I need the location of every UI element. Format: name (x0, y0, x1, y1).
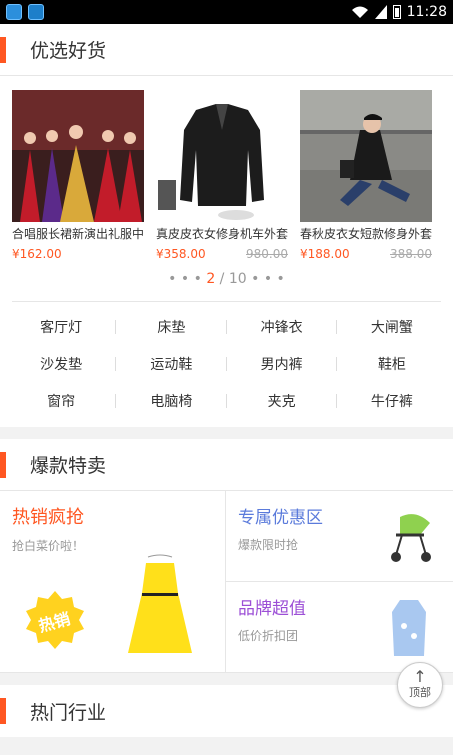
section-header-industries: 热门行业 (0, 685, 453, 737)
hot-sale-title: 热销疯抢 (12, 507, 84, 528)
category-link[interactable]: 夹克 (227, 382, 338, 419)
category-link[interactable]: 牛仔裤 (337, 382, 447, 419)
hot-sale-panel: 热销疯抢 抢白菜价啦！ 热销 专属优惠区 爆款限时抢 品牌超值 低价折扣团 (0, 491, 453, 673)
wifi-icon (351, 6, 368, 18)
section-title: 优选好货 (30, 40, 107, 62)
status-bar: 11:28 (0, 0, 453, 24)
category-link[interactable]: 男内裤 (227, 345, 338, 382)
category-link[interactable]: 运动鞋 (116, 345, 227, 382)
category-link[interactable]: 窗帘 (6, 382, 117, 419)
section-accent-bar (0, 452, 6, 478)
back-to-top-label: 顶部 (409, 686, 431, 699)
category-link[interactable]: 客厅灯 (6, 308, 117, 345)
product-old-price: 388.00 (390, 247, 432, 261)
product-name[interactable]: 春秋皮衣女短款修身外套... (300, 225, 432, 242)
stroller-image (391, 514, 431, 562)
product-old-price: 980.00 (246, 247, 288, 261)
sync-app-icon (28, 4, 44, 20)
section-header-featured: 优选好货 (0, 24, 453, 76)
blue-dress-image (392, 600, 426, 656)
back-to-top-button[interactable]: ↑ 顶部 (397, 662, 443, 708)
pager-dots-right: • • • (251, 271, 285, 287)
carousel-pager: • • • 2 / 10 • • • (0, 271, 453, 293)
section-header-hot-sale: 爆款特卖 (0, 439, 453, 491)
category-link[interactable]: 电脑椅 (116, 382, 227, 419)
product-price: ¥162.00 (12, 247, 62, 261)
product-price: ¥358.00 (156, 247, 206, 261)
arrow-up-icon: ↑ (413, 667, 427, 686)
section-gap (0, 673, 453, 685)
section-title: 爆款特卖 (30, 455, 107, 477)
brand-value-item[interactable]: 品牌超值 低价折扣团 (226, 581, 453, 672)
category-link[interactable]: 沙发垫 (6, 345, 117, 382)
product-name[interactable]: 真皮皮衣女修身机车外套... (156, 225, 288, 242)
product-price: ¥188.00 (300, 247, 350, 261)
hot-sale-subtitle: 抢白菜价啦！ (12, 539, 85, 553)
product-image-dresses[interactable] (12, 90, 144, 222)
signal-icon (374, 5, 387, 19)
pager-dots-left: • • • (168, 271, 202, 287)
product-card[interactable]: 真皮皮衣女修身机车外套... ¥358.00 980.00 (156, 90, 288, 261)
section-accent-bar (0, 37, 6, 63)
status-time: 11:28 (406, 4, 447, 20)
product-image-leather-jacket-model[interactable] (300, 90, 432, 222)
category-link[interactable]: 鞋柜 (337, 345, 447, 382)
product-card[interactable]: 春秋皮衣女短款修身外套... ¥188.00 388.00 (300, 90, 432, 261)
pager-current: 2 (206, 271, 216, 287)
section-title: 热门行业 (30, 701, 107, 724)
category-link[interactable]: 大闸蟹 (337, 308, 447, 345)
product-card[interactable]: 合唱服长裙新演出礼服中... ¥162.00 (12, 90, 144, 261)
section-gap (0, 427, 453, 439)
category-link[interactable]: 床垫 (116, 308, 227, 345)
category-link[interactable]: 冲锋衣 (227, 308, 338, 345)
hot-sale-main[interactable]: 热销疯抢 抢白菜价啦！ 热销 (0, 491, 226, 672)
battery-icon (392, 5, 401, 19)
exclusive-deals-item[interactable]: 专属优惠区 爆款限时抢 (226, 491, 453, 581)
pager-total: / 10 (215, 271, 247, 287)
category-grid: 客厅灯 床垫 冲锋衣 大闸蟹 沙发垫 运动鞋 男内裤 鞋柜 窗帘 电脑椅 夹克 … (0, 302, 453, 427)
shield-app-icon (6, 4, 22, 20)
product-image-leather-jacket[interactable] (156, 90, 288, 222)
product-carousel[interactable]: 合唱服长裙新演出礼服中... ¥162.00 真皮皮衣女修身机车外套... ¥3… (0, 76, 453, 261)
product-name[interactable]: 合唱服长裙新演出礼服中... (12, 225, 144, 242)
yellow-dress-image (128, 554, 192, 653)
section-accent-bar (0, 698, 6, 724)
